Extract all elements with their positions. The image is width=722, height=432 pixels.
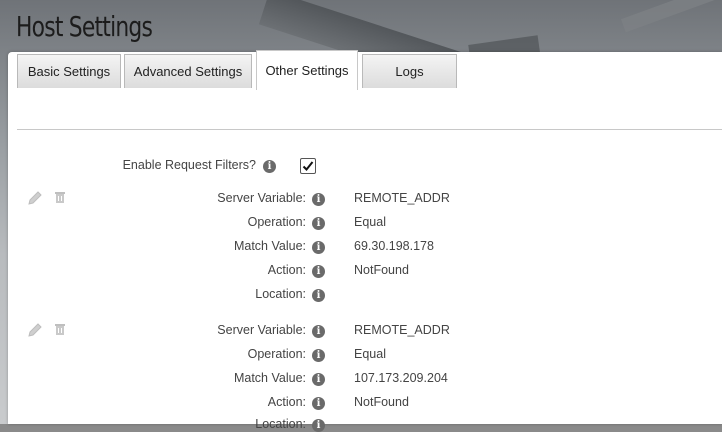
match-value-value: 69.30.198.178 xyxy=(354,239,434,253)
info-icon[interactable]: i xyxy=(312,241,325,254)
operation-label: Operation: xyxy=(247,215,306,229)
match-value-label: Match Value: xyxy=(233,239,306,253)
location-label: Location: xyxy=(255,287,306,301)
info-icon[interactable]: i xyxy=(312,289,325,302)
info-icon[interactable]: i xyxy=(312,349,325,362)
info-icon[interactable]: i xyxy=(312,265,325,278)
tab-basic-settings[interactable]: Basic Settings xyxy=(17,54,121,88)
operation-value: Equal xyxy=(354,215,386,229)
server-variable-value: REMOTE_ADDR xyxy=(354,191,450,205)
trash-icon[interactable] xyxy=(54,323,66,336)
page-title: Host Settings xyxy=(16,10,153,43)
server-variable-value: REMOTE_ADDR xyxy=(354,323,450,337)
pencil-icon[interactable] xyxy=(27,322,43,338)
action-value: NotFound xyxy=(354,395,409,409)
action-value: NotFound xyxy=(354,263,409,277)
match-value-label: Match Value: xyxy=(233,371,306,385)
pencil-icon[interactable] xyxy=(27,190,43,206)
operation-value: Equal xyxy=(354,347,386,361)
info-icon[interactable]: i xyxy=(312,217,325,230)
operation-label: Operation: xyxy=(247,347,306,361)
info-icon[interactable]: i xyxy=(312,397,325,410)
tab-advanced-settings[interactable]: Advanced Settings xyxy=(124,54,252,88)
tab-logs[interactable]: Logs xyxy=(362,54,457,88)
info-icon[interactable]: i xyxy=(312,193,325,206)
enable-request-filters-checkbox[interactable] xyxy=(300,158,316,174)
server-variable-label: Server Variable: xyxy=(217,323,306,337)
settings-panel: Basic Settings Advanced Settings Other S… xyxy=(8,50,722,424)
action-label: Action: xyxy=(267,263,306,277)
tab-divider xyxy=(17,129,722,130)
match-value-value: 107.173.209.204 xyxy=(354,371,448,385)
info-icon[interactable]: i xyxy=(312,419,325,432)
action-label: Action: xyxy=(267,395,306,409)
trash-icon[interactable] xyxy=(54,191,66,204)
server-variable-label: Server Variable: xyxy=(217,191,306,205)
info-icon[interactable]: i xyxy=(312,373,325,386)
info-icon[interactable]: i xyxy=(263,160,276,173)
location-label: Location: xyxy=(255,417,306,431)
info-icon[interactable]: i xyxy=(312,325,325,338)
tab-other-settings[interactable]: Other Settings xyxy=(256,50,358,90)
enable-request-filters-label: Enable Request Filters? xyxy=(122,158,256,172)
